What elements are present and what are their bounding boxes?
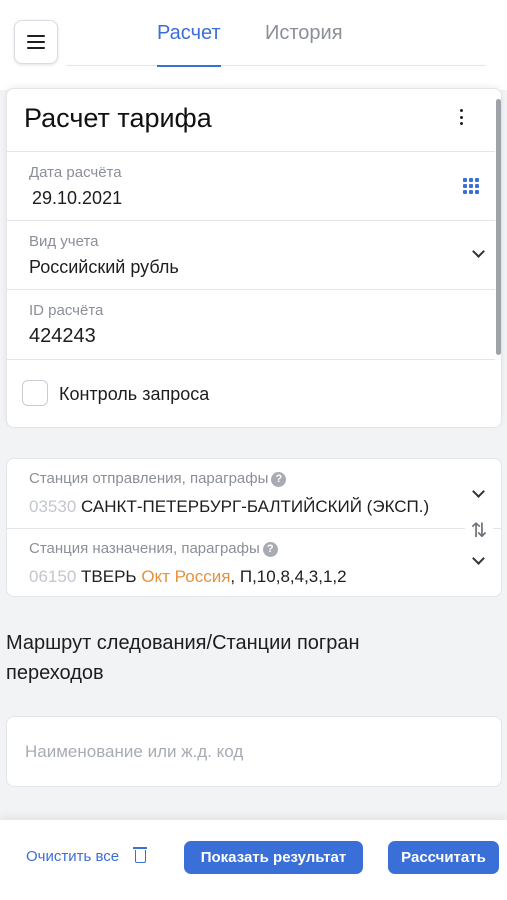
destination-station-label: Станция назначения, параграфы (29, 540, 260, 557)
destination-station-field[interactable]: Станция назначения, параграфы? 06150 ТВЕ… (7, 528, 501, 596)
calc-id-field[interactable]: ID расчёта 424243 (7, 289, 495, 358)
form-title: Расчет тарифа (24, 103, 212, 133)
swap-stations-icon[interactable]: ⇅ (465, 519, 493, 543)
tariff-form-card: Расчет тарифа Дата расчёта 29.10.2021 Ви… (6, 88, 502, 428)
destination-railway: Окт Россия (141, 567, 231, 586)
chevron-down-icon[interactable] (472, 485, 485, 498)
app-header: Расчет История (0, 0, 507, 90)
help-icon[interactable]: ? (271, 472, 287, 487)
tab-history[interactable]: История (265, 22, 343, 66)
chevron-down-icon[interactable] (472, 245, 485, 258)
destination-station-code: 06150 (29, 567, 77, 586)
destination-paragraphs: , П,10,8,4,3,1,2 (230, 567, 347, 586)
account-type-select[interactable]: Вид учета Российский рубль (7, 220, 495, 289)
account-type-label: Вид учета (29, 233, 99, 250)
hamburger-icon (27, 35, 45, 37)
more-options-icon[interactable] (455, 105, 467, 129)
menu-button[interactable] (14, 20, 58, 64)
destination-station-value[interactable]: 06150 ТВЕРЬ Окт Россия, П,10,8,4,3,1,2 (29, 567, 459, 587)
trash-icon[interactable] (133, 847, 147, 863)
route-search-input[interactable] (6, 716, 502, 787)
request-control-row[interactable]: Контроль запроса (7, 359, 495, 427)
clear-all-button[interactable]: Очистить все (26, 848, 119, 865)
request-control-label: Контроль запроса (59, 384, 210, 404)
help-icon[interactable]: ? (262, 542, 278, 557)
destination-station-name: ТВЕРЬ (81, 567, 137, 586)
show-result-button[interactable]: Показать результат (184, 841, 363, 874)
tab-bar: Расчет История (66, 18, 486, 67)
departure-station-code: 03530 (29, 497, 77, 516)
calc-date-label: Дата расчёта (29, 164, 122, 181)
calc-id-value[interactable]: 424243 (29, 325, 96, 348)
departure-station-value[interactable]: 03530 САНКТ-ПЕТЕРБУРГ-БАЛТИЙСКИЙ (ЭКСП.) (29, 497, 459, 517)
request-control-checkbox[interactable] (22, 380, 48, 406)
chevron-down-icon[interactable] (472, 552, 485, 565)
route-section-title: Маршрут следования/Станции погран перехо… (6, 632, 360, 684)
calc-date-value[interactable]: 29.10.2021 (32, 188, 122, 209)
action-bar: Очистить все Показать результат Рассчита… (0, 820, 507, 900)
calc-id-label: ID расчёта (29, 302, 104, 319)
tab-calculation[interactable]: Расчет (157, 22, 221, 67)
account-type-value[interactable]: Российский рубль (29, 257, 179, 278)
departure-station-name: САНКТ-ПЕТЕРБУРГ-БАЛТИЙСКИЙ (ЭКСП.) (81, 497, 430, 516)
calculate-button[interactable]: Рассчитать (388, 841, 499, 874)
departure-station-field[interactable]: Станция отправления, параграфы? 03530 СА… (7, 459, 501, 527)
calc-date-field[interactable]: Дата расчёта 29.10.2021 (7, 151, 495, 220)
departure-station-label: Станция отправления, параграфы (29, 470, 269, 487)
scrollbar[interactable] (496, 99, 501, 355)
calendar-icon[interactable] (463, 178, 483, 194)
stations-card: Станция отправления, параграфы? 03530 СА… (6, 458, 502, 597)
